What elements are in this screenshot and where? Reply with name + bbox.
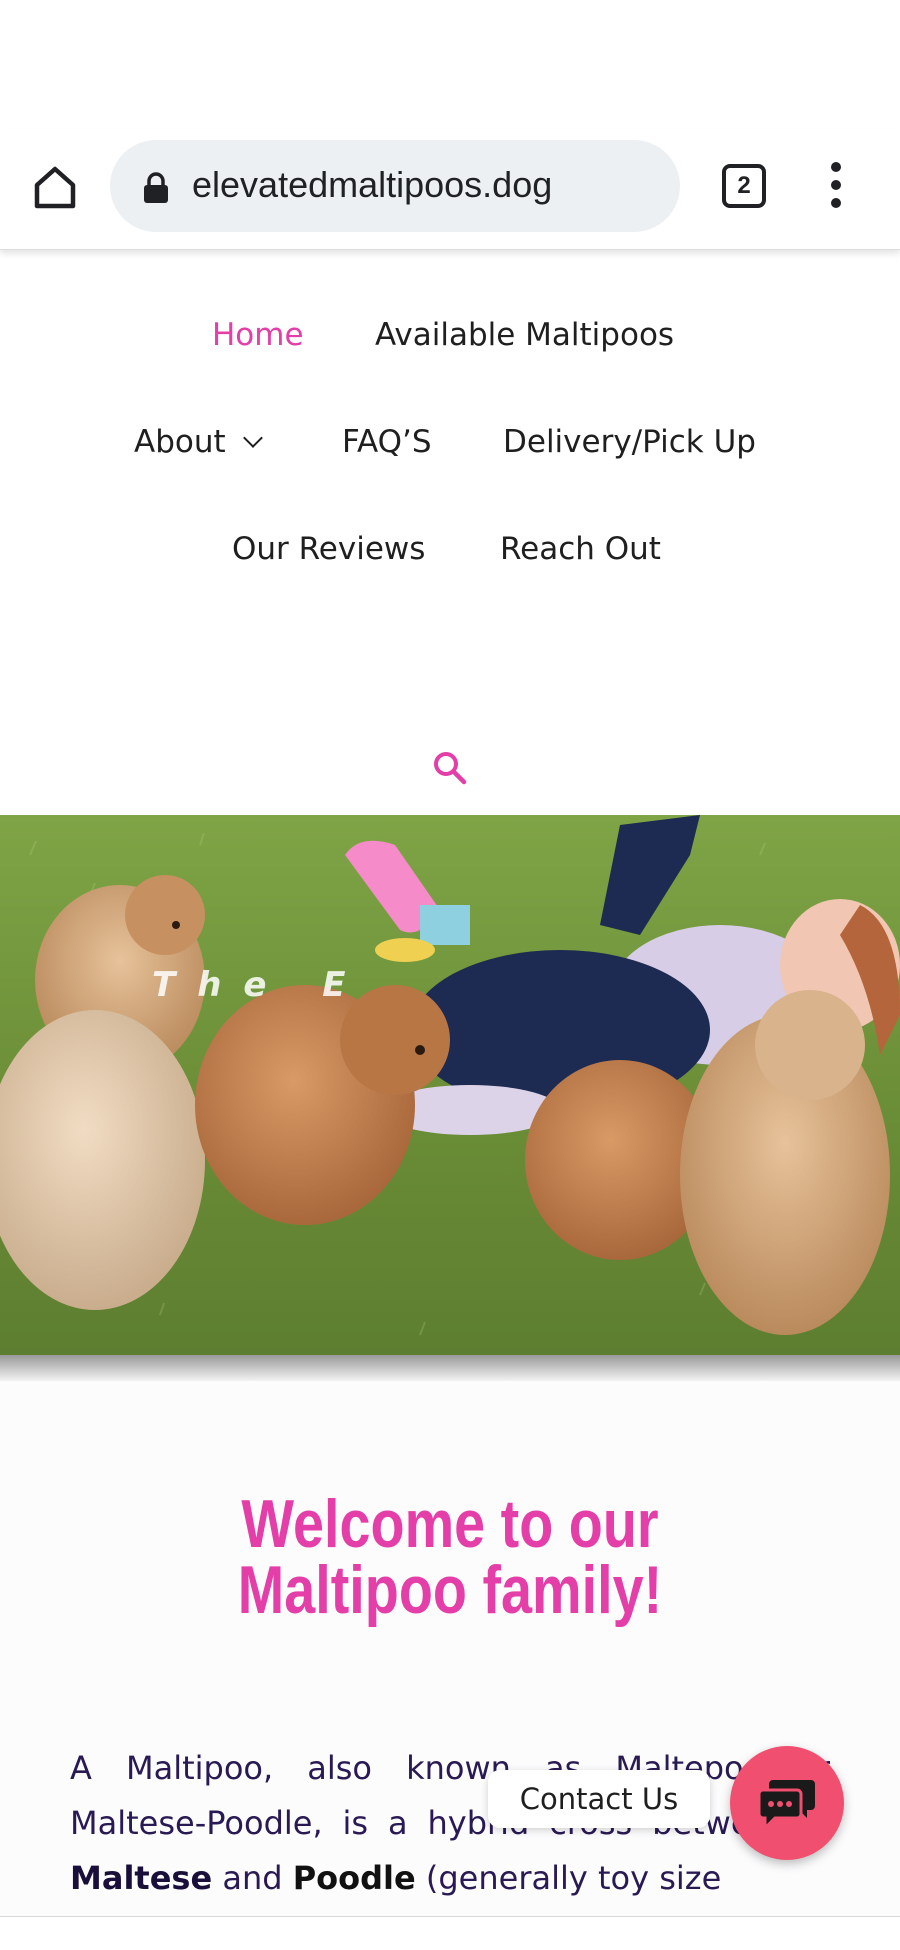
- bottom-edge: [0, 1916, 900, 1950]
- search-icon: [434, 752, 467, 785]
- site-navigation: Home Available Maltipoos About FAQ’S Del…: [0, 250, 900, 815]
- more-vert-icon[interactable]: [820, 160, 854, 210]
- lock-icon: [144, 172, 168, 203]
- chevron-down-icon: [242, 428, 263, 448]
- nav-item-about[interactable]: About: [134, 424, 263, 460]
- url-text: elevatedmaltipoos.dog: [192, 164, 553, 205]
- nav-item-faqs[interactable]: FAQ’S: [342, 424, 432, 460]
- nav-item-available-maltipoos[interactable]: Available Maltipoos: [375, 317, 674, 353]
- hero-photo-puppies: [0, 815, 900, 1355]
- chat-button[interactable]: [730, 1746, 844, 1860]
- hero-divider: [0, 1355, 900, 1381]
- nav-item-home[interactable]: Home: [212, 317, 304, 353]
- intro-paragraph: A Maltipoo, also known as Maltepoo or Ma…: [70, 1741, 830, 1906]
- contact-us-label[interactable]: Contact Us: [488, 1770, 710, 1828]
- nav-item-our-reviews[interactable]: Our Reviews: [232, 531, 425, 567]
- chat-bubbles-icon: [757, 1780, 815, 1832]
- nav-item-delivery-pickup[interactable]: Delivery/Pick Up: [503, 424, 756, 460]
- nav-item-about-label: About: [134, 424, 226, 460]
- intro-and: and: [212, 1859, 293, 1897]
- nav-item-reach-out[interactable]: Reach Out: [500, 531, 661, 567]
- intro-text-1: A Maltipoo, also known as Maltepoo or Ma…: [70, 1749, 830, 1842]
- tab-switcher-button[interactable]: 2: [722, 164, 766, 208]
- hero-overlay-text: The E: [152, 965, 368, 1005]
- home-button[interactable]: [30, 162, 80, 212]
- intro-poodle: Poodle: [292, 1859, 416, 1897]
- status-bar: [0, 0, 900, 130]
- search-button[interactable]: [432, 750, 468, 786]
- intro-text-2: (generally toy size: [415, 1859, 722, 1897]
- intro-maltese: Maltese: [70, 1859, 213, 1897]
- page-headline: Welcome to our Maltipoo family!: [237, 1486, 663, 1628]
- browser-toolbar: elevatedmaltipoos.dog 2: [0, 130, 900, 250]
- address-bar[interactable]: elevatedmaltipoos.dog: [110, 140, 680, 232]
- hero-image: The E: [0, 815, 900, 1355]
- home-icon: [34, 166, 76, 209]
